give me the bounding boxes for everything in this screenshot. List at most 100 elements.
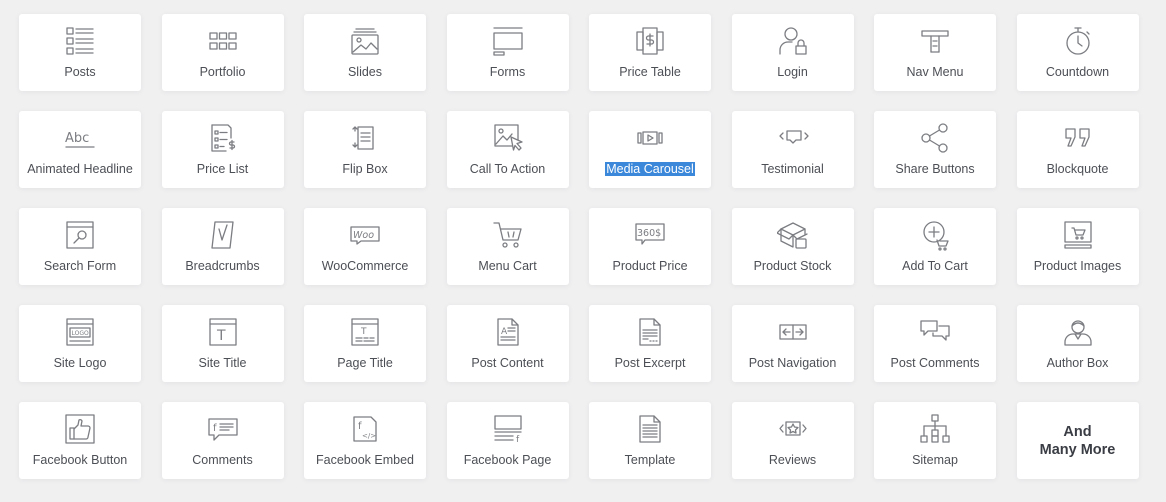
widget-card-and-many-more[interactable]: And Many More <box>1016 402 1139 479</box>
widget-label: Call To Action <box>469 162 546 176</box>
facebook-embed-icon: f </> <box>349 413 381 445</box>
widget-label: Price Table <box>619 65 681 79</box>
widget-label: Post Excerpt <box>614 356 686 370</box>
widget-card-media-carousel[interactable]: Media Carousel <box>589 111 711 188</box>
product-price-icon: 360$ <box>634 219 666 251</box>
blockquote-icon <box>1062 122 1094 154</box>
widget-card-woocommerce[interactable]: Woo WooCommerce <box>304 208 426 285</box>
woocommerce-icon: Woo <box>349 219 381 251</box>
widget-card-product-stock[interactable]: Product Stock <box>731 208 854 285</box>
widget-card-sitemap[interactable]: Sitemap <box>874 402 996 479</box>
reviews-icon <box>777 413 809 445</box>
price-list-icon <box>207 122 239 154</box>
sitemap-icon <box>919 413 951 445</box>
post-comments-icon <box>919 316 951 348</box>
widget-card-forms[interactable]: Forms <box>446 14 569 91</box>
widget-label: Slides <box>347 65 383 79</box>
widget-card-search-form[interactable]: Search Form <box>19 208 141 285</box>
widget-card-countdown[interactable]: Countdown <box>1016 14 1139 91</box>
widget-card-blockquote[interactable]: Blockquote <box>1016 111 1139 188</box>
media-carousel-icon <box>634 122 666 154</box>
page-title-t-icon-text: T <box>360 327 367 337</box>
widget-label: Menu Cart <box>478 259 537 273</box>
widget-card-animated-headline[interactable]: Abc Animated Headline <box>19 111 141 188</box>
widget-card-menu-cart[interactable]: Menu Cart <box>446 208 569 285</box>
widget-card-facebook-embed[interactable]: f </> Facebook Embed <box>304 402 426 479</box>
widget-label: Breadcrumbs <box>185 259 260 273</box>
countdown-icon <box>1062 25 1094 57</box>
login-icon <box>777 25 809 57</box>
title-t-icon-text: T <box>216 328 226 344</box>
widget-card-share-buttons[interactable]: Share Buttons <box>874 111 996 188</box>
widget-label: Login <box>777 65 808 79</box>
and-many-more-text: And Many More <box>1039 423 1116 458</box>
widget-card-site-title[interactable]: T Site Title <box>161 305 284 382</box>
add-to-cart-icon <box>919 219 951 251</box>
widget-label: Blockquote <box>1046 162 1109 176</box>
widget-label: Nav Menu <box>906 65 964 79</box>
widget-label: Post Comments <box>890 356 980 370</box>
widget-card-price-table[interactable]: Price Table <box>589 14 711 91</box>
widget-card-facebook-page[interactable]: f Facebook Page <box>446 402 569 479</box>
widget-label: Product Images <box>1033 259 1122 273</box>
widget-label: Product Stock <box>753 259 832 273</box>
widget-card-testimonial[interactable]: Testimonial <box>731 111 854 188</box>
widget-label: Product Price <box>612 259 688 273</box>
widget-card-add-to-cart[interactable]: Add To Cart <box>874 208 996 285</box>
widget-card-posts[interactable]: Posts <box>19 14 141 91</box>
widget-card-product-price[interactable]: 360$ Product Price <box>589 208 711 285</box>
widget-card-author-box[interactable]: Author Box <box>1016 305 1139 382</box>
widget-card-breadcrumbs[interactable]: Breadcrumbs <box>161 208 284 285</box>
site-logo-icon: LOGO <box>64 316 96 348</box>
widget-card-portfolio[interactable]: Portfolio <box>161 14 284 91</box>
embed-code-icon-text: </> <box>362 432 376 440</box>
widget-label: Countdown <box>1045 65 1110 79</box>
widget-label: Search Form <box>43 259 117 273</box>
widget-label: Site Logo <box>53 356 107 370</box>
widget-card-post-navigation[interactable]: Post Navigation <box>731 305 854 382</box>
call-to-action-icon <box>492 122 524 154</box>
widget-label: Facebook Page <box>463 453 552 467</box>
widget-label: Post Navigation <box>748 356 837 370</box>
forms-icon <box>492 25 524 57</box>
widget-card-flip-box[interactable]: Flip Box <box>304 111 426 188</box>
widget-card-nav-menu[interactable]: Nav Menu <box>874 14 996 91</box>
facebook-page-icon: f <box>492 413 524 445</box>
widget-card-post-comments[interactable]: Post Comments <box>874 305 996 382</box>
widget-label: Facebook Button <box>32 453 128 467</box>
widget-card-template[interactable]: Template <box>589 402 711 479</box>
widget-card-price-list[interactable]: Price List <box>161 111 284 188</box>
price-table-icon <box>634 25 666 57</box>
widget-card-page-title[interactable]: T Page Title <box>304 305 426 382</box>
widget-card-reviews[interactable]: Reviews <box>731 402 854 479</box>
widget-card-slides[interactable]: Slides <box>304 14 426 91</box>
widget-label: Forms <box>489 65 526 79</box>
product-price-icon-text: 360$ <box>637 228 661 239</box>
widget-card-call-to-action[interactable]: Call To Action <box>446 111 569 188</box>
widget-card-facebook-button[interactable]: Facebook Button <box>19 402 141 479</box>
menu-cart-icon <box>492 219 524 251</box>
widget-card-product-images[interactable]: Product Images <box>1016 208 1139 285</box>
widget-label: Comments <box>192 453 253 467</box>
nav-menu-icon <box>919 25 951 57</box>
widget-label: Template <box>624 453 676 467</box>
widget-card-site-logo[interactable]: LOGO Site Logo <box>19 305 141 382</box>
widget-card-comments[interactable]: f Comments <box>161 402 284 479</box>
post-navigation-icon <box>777 316 809 348</box>
portfolio-icon <box>207 25 239 57</box>
slides-icon <box>349 25 381 57</box>
widget-label: Flip Box <box>342 162 388 176</box>
widget-card-post-content[interactable]: A Post Content <box>446 305 569 382</box>
animated-headline-icon-text: Abc <box>65 131 89 146</box>
widget-label: Add To Cart <box>902 259 968 273</box>
site-title-icon: T <box>207 316 239 348</box>
template-icon <box>634 413 666 445</box>
search-form-icon <box>64 219 96 251</box>
page-title-icon: T <box>349 316 381 348</box>
widget-label: Author Box <box>1046 356 1109 370</box>
widget-card-login[interactable]: Login <box>731 14 854 91</box>
widget-label: Testimonial <box>761 162 824 176</box>
widget-card-post-excerpt[interactable]: Post Excerpt <box>589 305 711 382</box>
comments-f-icon-text: f <box>213 423 217 434</box>
embed-f-icon-text: f <box>358 421 362 432</box>
